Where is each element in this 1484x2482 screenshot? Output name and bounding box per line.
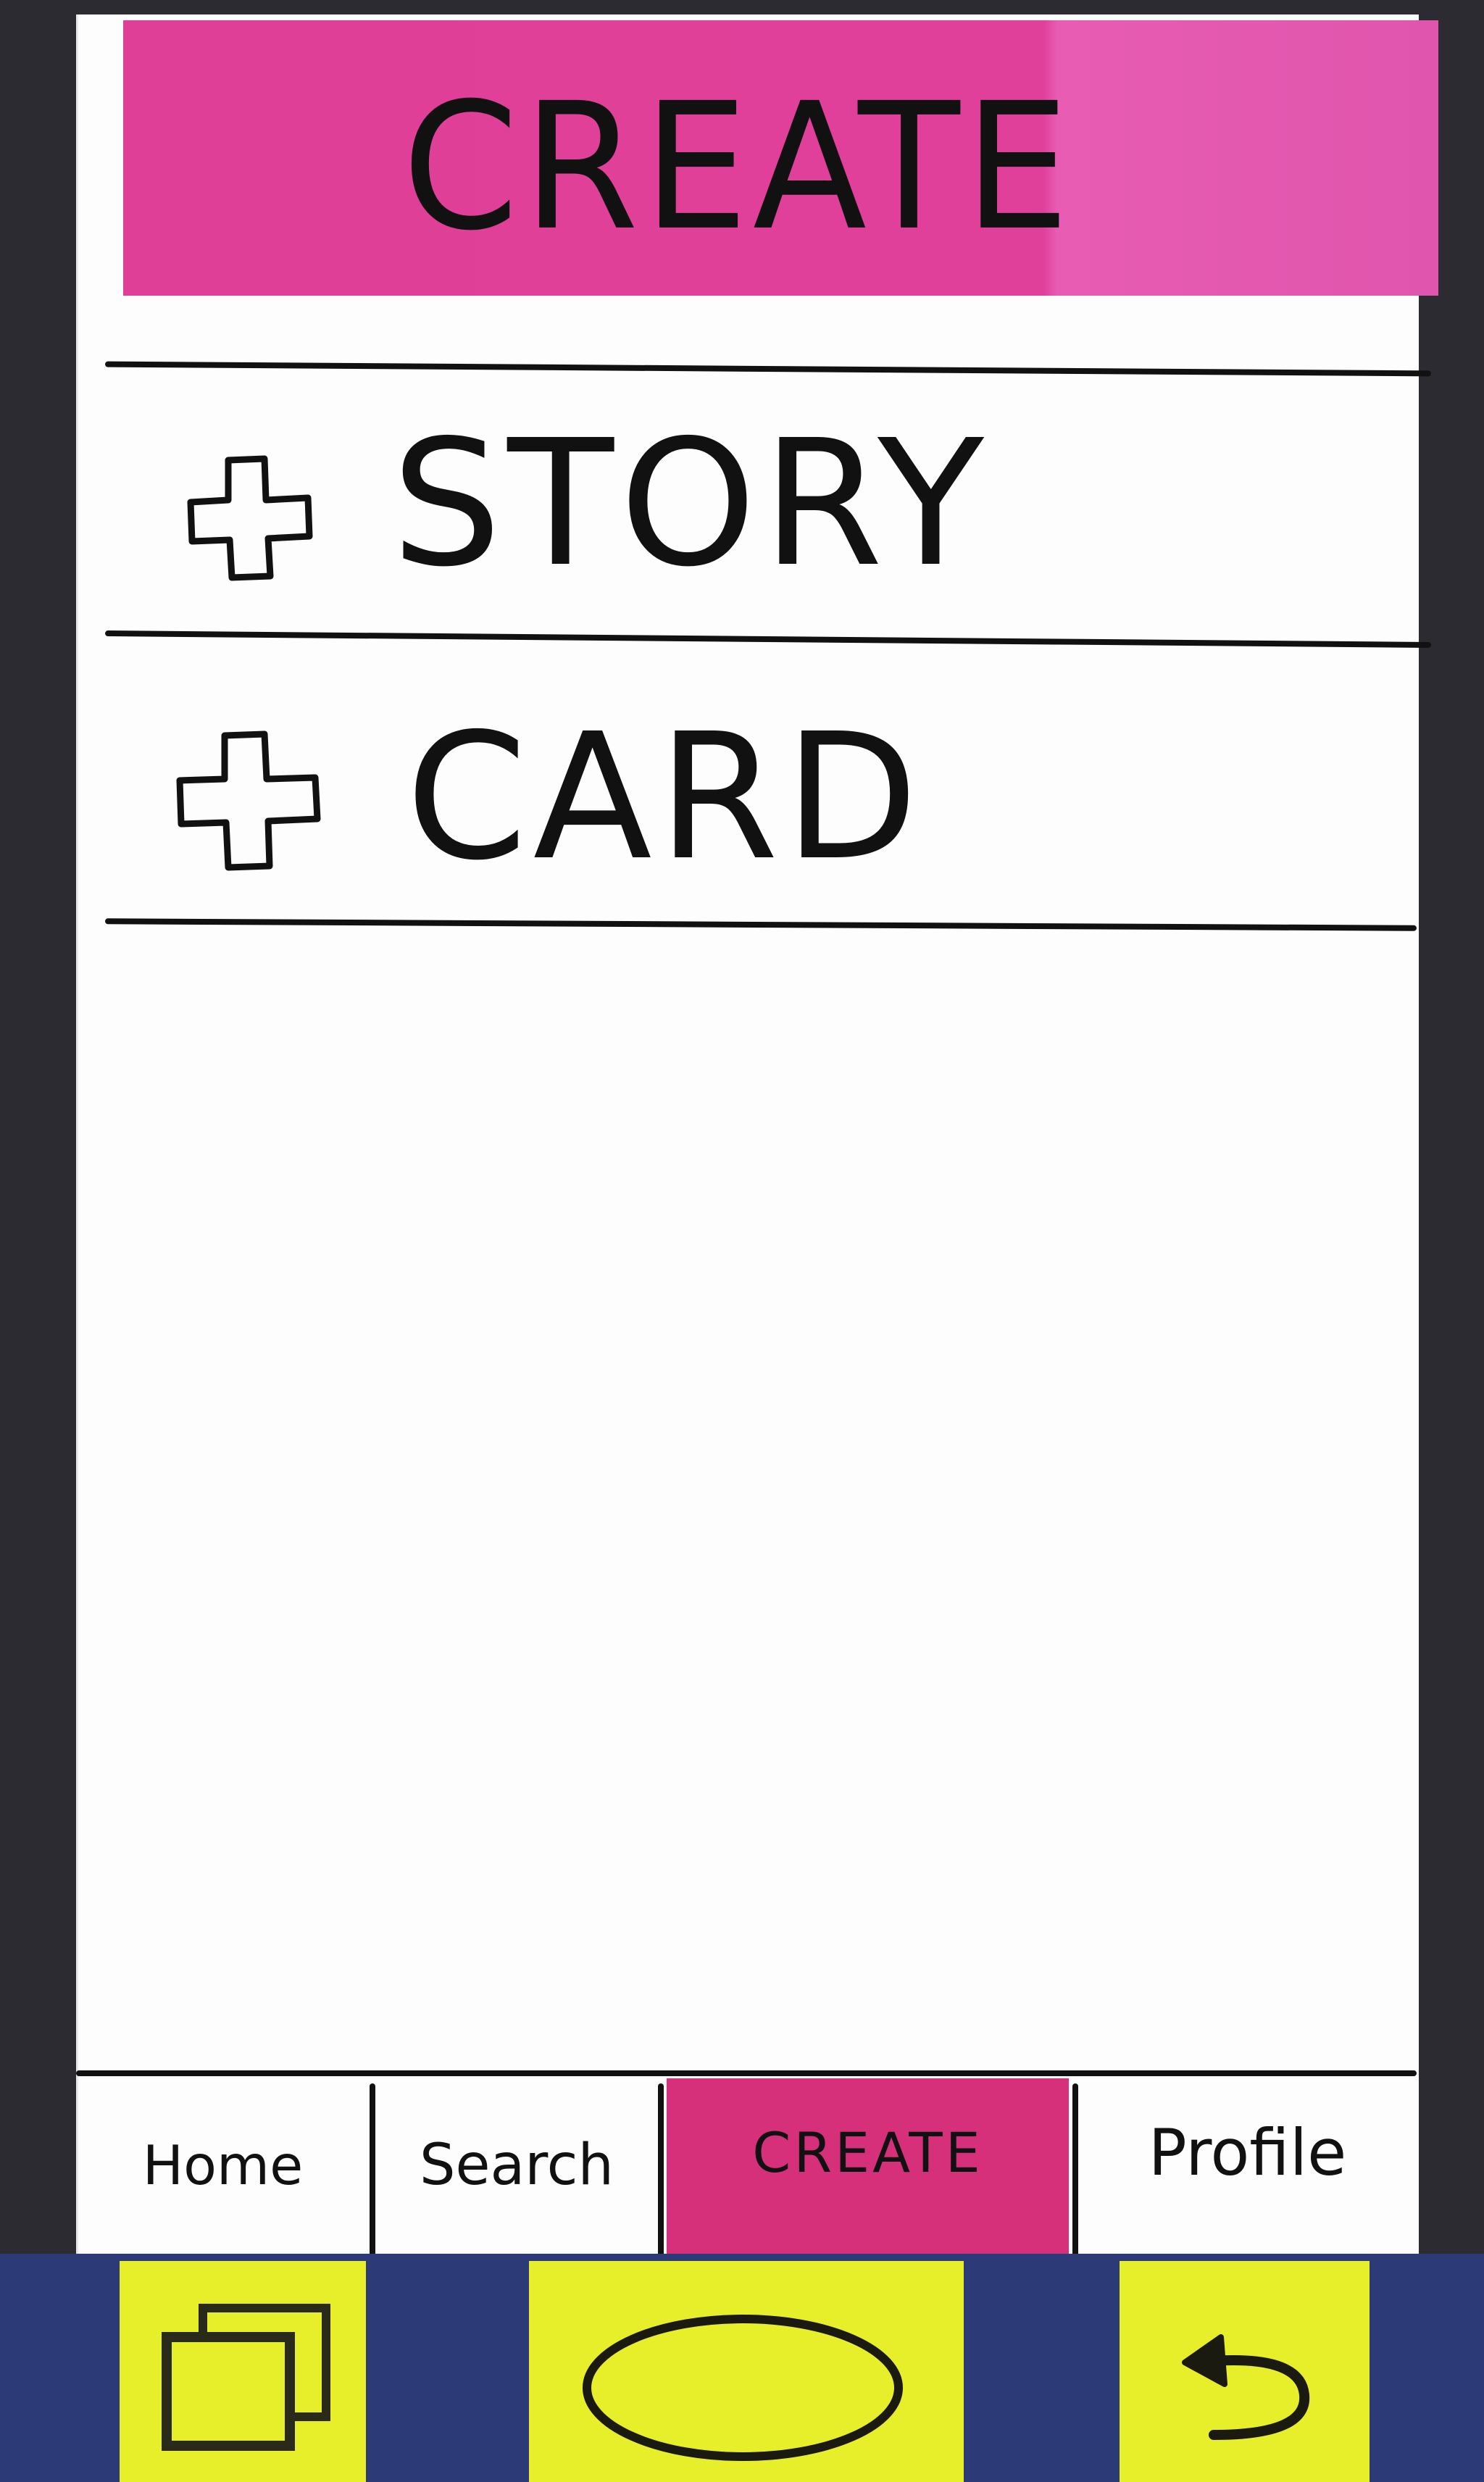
bottom-nav: Home Search CREATE Profile (76, 2070, 1417, 2260)
app-screen (76, 14, 1419, 2254)
recent-apps-icon (162, 2304, 330, 2451)
home-oval-icon (583, 2315, 903, 2461)
tab-divider (658, 2083, 664, 2257)
recent-apps-button[interactable] (120, 2261, 366, 2482)
page-title: CREATE (402, 66, 1075, 270)
back-arrow-icon (1182, 2334, 1310, 2440)
tab-search-label: Search (420, 2132, 614, 2198)
option-label-story: STORY (391, 402, 990, 605)
create-card-item[interactable]: CARD (101, 667, 1406, 906)
tab-divider (370, 2083, 375, 2257)
tab-create-label: CREATE (752, 2120, 983, 2185)
tab-create[interactable]: CREATE (667, 2078, 1069, 2260)
tab-search[interactable]: Search (375, 2073, 658, 2257)
tab-divider (1072, 2083, 1078, 2257)
tab-home-label: Home (142, 2133, 304, 2197)
tab-profile[interactable]: Profile (1078, 2073, 1417, 2257)
create-story-item[interactable]: STORY (101, 391, 1406, 623)
option-label-card: CARD (406, 696, 925, 899)
plus-icon (176, 730, 321, 871)
tab-home[interactable]: Home (76, 2073, 370, 2257)
plus-icon (187, 455, 313, 581)
back-button[interactable] (1120, 2261, 1370, 2482)
header-bar: CREATE (123, 20, 1438, 296)
tab-profile-label: Profile (1148, 2115, 1347, 2190)
home-button[interactable] (529, 2261, 964, 2482)
